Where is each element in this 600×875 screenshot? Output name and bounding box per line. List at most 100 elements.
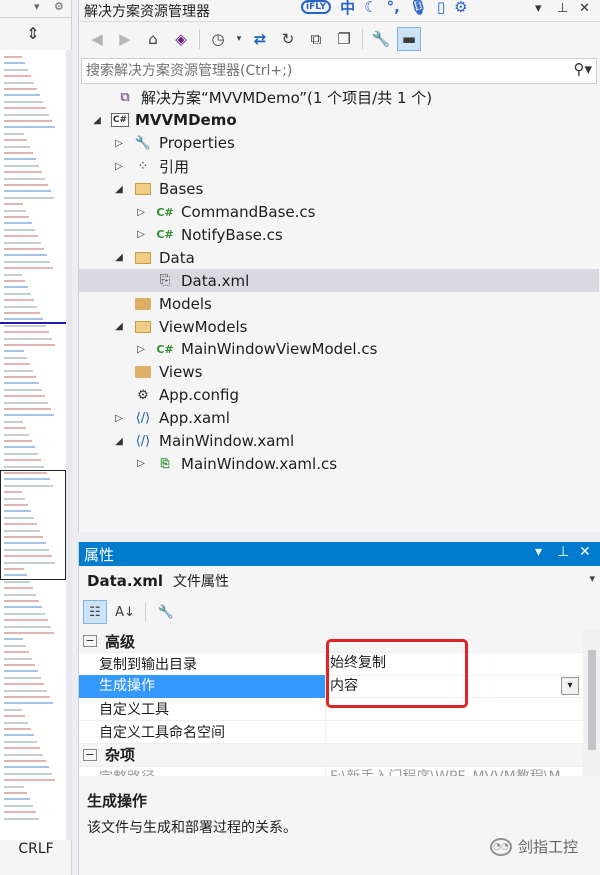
property-category[interactable]: − 杂项	[79, 743, 583, 767]
tree-item[interactable]: ▷ C# NotifyBase.cs	[79, 223, 599, 246]
split-window-icon[interactable]: ⇕	[0, 24, 66, 44]
gear-icon[interactable]: ⚙	[454, 0, 467, 16]
property-name[interactable]: 完整路径	[79, 767, 325, 776]
chevron-down-icon[interactable]: ▾	[234, 27, 244, 51]
microphone-icon[interactable]: 🎙	[409, 0, 428, 16]
property-value[interactable]: 始终复制	[325, 652, 583, 676]
minimap-code-line	[4, 728, 31, 730]
property-value[interactable]: 内容	[325, 674, 583, 698]
tree-item[interactable]: ▷ ⟨/⟩ App.xaml	[79, 407, 599, 430]
property-row[interactable]: 生成操作 内容 ▾	[79, 674, 583, 699]
code-minimap[interactable]: ▾ ⚙ ⇕ CRLF	[0, 0, 72, 875]
minimap-content[interactable]	[0, 50, 66, 840]
property-row[interactable]: 自定义工具命名空间	[79, 720, 583, 744]
collapsed-arrow-icon[interactable]: ▷	[113, 161, 125, 172]
chevron-down-icon[interactable]: ▾	[589, 572, 595, 585]
expanded-arrow-icon[interactable]: ◢	[113, 321, 125, 332]
ime-language-toggle[interactable]: 中	[340, 0, 355, 18]
close-icon[interactable]: ✕	[579, 544, 591, 560]
window-position-icon[interactable]: ▾	[535, 1, 542, 16]
minimap-scrollbar[interactable]	[66, 50, 72, 840]
ime-logo[interactable]: iFLY	[301, 0, 332, 14]
property-value[interactable]	[325, 697, 583, 721]
tree-item[interactable]: ◢ Bases	[79, 178, 599, 201]
expanded-arrow-icon[interactable]: ◢	[91, 115, 103, 126]
tree-item[interactable]: Views	[79, 361, 599, 384]
tree-item[interactable]: ◢ Data	[79, 246, 599, 269]
back-icon[interactable]: ◀	[85, 27, 109, 51]
minimap-code-line	[4, 331, 49, 334]
expanded-arrow-icon[interactable]: ◢	[113, 252, 125, 263]
tree-item[interactable]: ▷ C# MainWindowViewModel.cs	[79, 338, 599, 361]
collapsed-arrow-icon[interactable]: ▷	[113, 413, 125, 424]
pin-icon[interactable]: ⊥	[557, 544, 569, 560]
collapse-all-icon[interactable]: ⧉	[304, 27, 328, 51]
property-name[interactable]: 自定义工具	[79, 699, 325, 719]
tree-item[interactable]: ⧉ 解决方案“MVVMDemo”(1 个项目/共 1 个)	[79, 86, 599, 109]
home-icon[interactable]: ⌂	[141, 27, 165, 51]
show-all-files-icon[interactable]: ❐	[332, 27, 356, 51]
tree-item[interactable]: ⚙ App.config	[79, 384, 599, 407]
search-input[interactable]	[82, 59, 552, 83]
scrollbar-thumb[interactable]	[588, 650, 596, 750]
alphabetical-icon[interactable]: A↓	[113, 600, 137, 624]
gear-icon[interactable]: ⚙	[54, 0, 64, 13]
collapsed-arrow-icon[interactable]: ▷	[135, 229, 147, 240]
minimap-code-line	[4, 94, 40, 97]
minimap-viewport[interactable]	[0, 470, 66, 580]
property-name[interactable]: 生成操作	[79, 674, 325, 698]
tree-item[interactable]: ⎘ Data.xml	[79, 269, 599, 293]
collapse-icon[interactable]: −	[83, 748, 97, 761]
property-row[interactable]: 完整路径F:\新手入门程序\WPF_MVVM教程\M	[79, 765, 583, 776]
pending-changes-filter-icon[interactable]: ◷	[206, 27, 230, 51]
property-grid-scrollbar[interactable]	[583, 630, 600, 776]
property-name[interactable]: 自定义工具命名空间	[79, 722, 325, 742]
tree-item[interactable]: ◢ ⟨/⟩ MainWindow.xaml	[79, 430, 599, 453]
collapse-icon[interactable]: −	[83, 635, 97, 647]
property-row[interactable]: 自定义工具	[79, 697, 583, 722]
folder-open-icon	[135, 251, 151, 264]
expanded-arrow-icon[interactable]: ◢	[113, 184, 125, 195]
categorized-icon[interactable]: ☷	[83, 600, 107, 624]
wrench-icon[interactable]: 🔧	[154, 600, 178, 624]
forward-icon[interactable]: ▶	[113, 27, 137, 51]
minimap-code-line	[4, 408, 51, 410]
expanded-arrow-icon[interactable]: ◢	[113, 436, 125, 447]
punctuation-icon[interactable]: °,	[387, 0, 400, 16]
moon-icon[interactable]: ☾	[364, 0, 377, 16]
collapsed-arrow-icon[interactable]: ▷	[135, 344, 147, 355]
property-name[interactable]: 复制到输出目录	[79, 654, 325, 674]
window-position-icon[interactable]: ▾	[535, 544, 542, 560]
tree-item[interactable]: ◢ C# MVVMDemo	[79, 109, 599, 132]
object-selector[interactable]: Data.xml 文件属性 ▾	[79, 568, 600, 594]
property-category[interactable]: − 高级	[79, 630, 583, 653]
preview-selected-items-icon[interactable]: ▬	[397, 27, 421, 51]
close-icon[interactable]: ✕	[579, 1, 590, 16]
collapsed-arrow-icon[interactable]: ▷	[135, 458, 147, 469]
clipboard-icon[interactable]: ▯	[437, 0, 445, 16]
vs-switch-views-icon[interactable]: ◈	[169, 27, 193, 51]
tree-item[interactable]: ◢ ViewModels	[79, 315, 599, 338]
wrench-icon[interactable]: 🔧	[369, 27, 393, 51]
tree-item[interactable]: ▷ ⎘ MainWindow.xaml.cs	[79, 452, 599, 475]
refresh-icon[interactable]: ↻	[276, 27, 300, 51]
line-ending-indicator[interactable]: CRLF	[0, 838, 72, 860]
property-value[interactable]: F:\新手入门程序\WPF_MVVM教程\M	[325, 765, 583, 776]
property-value[interactable]	[325, 720, 583, 744]
chevron-down-icon[interactable]: ▾	[34, 0, 40, 13]
property-row[interactable]: 复制到输出目录 始终复制	[79, 652, 583, 676]
tree-item[interactable]: ▷ C# CommandBase.cs	[79, 201, 599, 224]
solution-search-box[interactable]: ⚲▾	[81, 58, 597, 84]
minimap-code-line	[4, 708, 22, 711]
sync-icon[interactable]: ⇄	[248, 27, 272, 51]
object-type: 文件属性	[173, 574, 230, 590]
tree-item[interactable]: Models	[79, 292, 599, 315]
tree-item[interactable]: ▷ ⁘ 引用	[79, 155, 599, 178]
tree-item[interactable]: ▷ 🔧 Properties	[79, 132, 599, 155]
collapsed-arrow-icon[interactable]: ▷	[113, 138, 125, 149]
collapsed-arrow-icon[interactable]: ▷	[135, 207, 147, 218]
search-icon[interactable]: ⚲▾	[573, 60, 592, 78]
chevron-down-icon[interactable]: ▾	[561, 677, 579, 696]
minimap-code-line	[4, 747, 40, 750]
pin-icon[interactable]: ⊥	[557, 1, 568, 16]
